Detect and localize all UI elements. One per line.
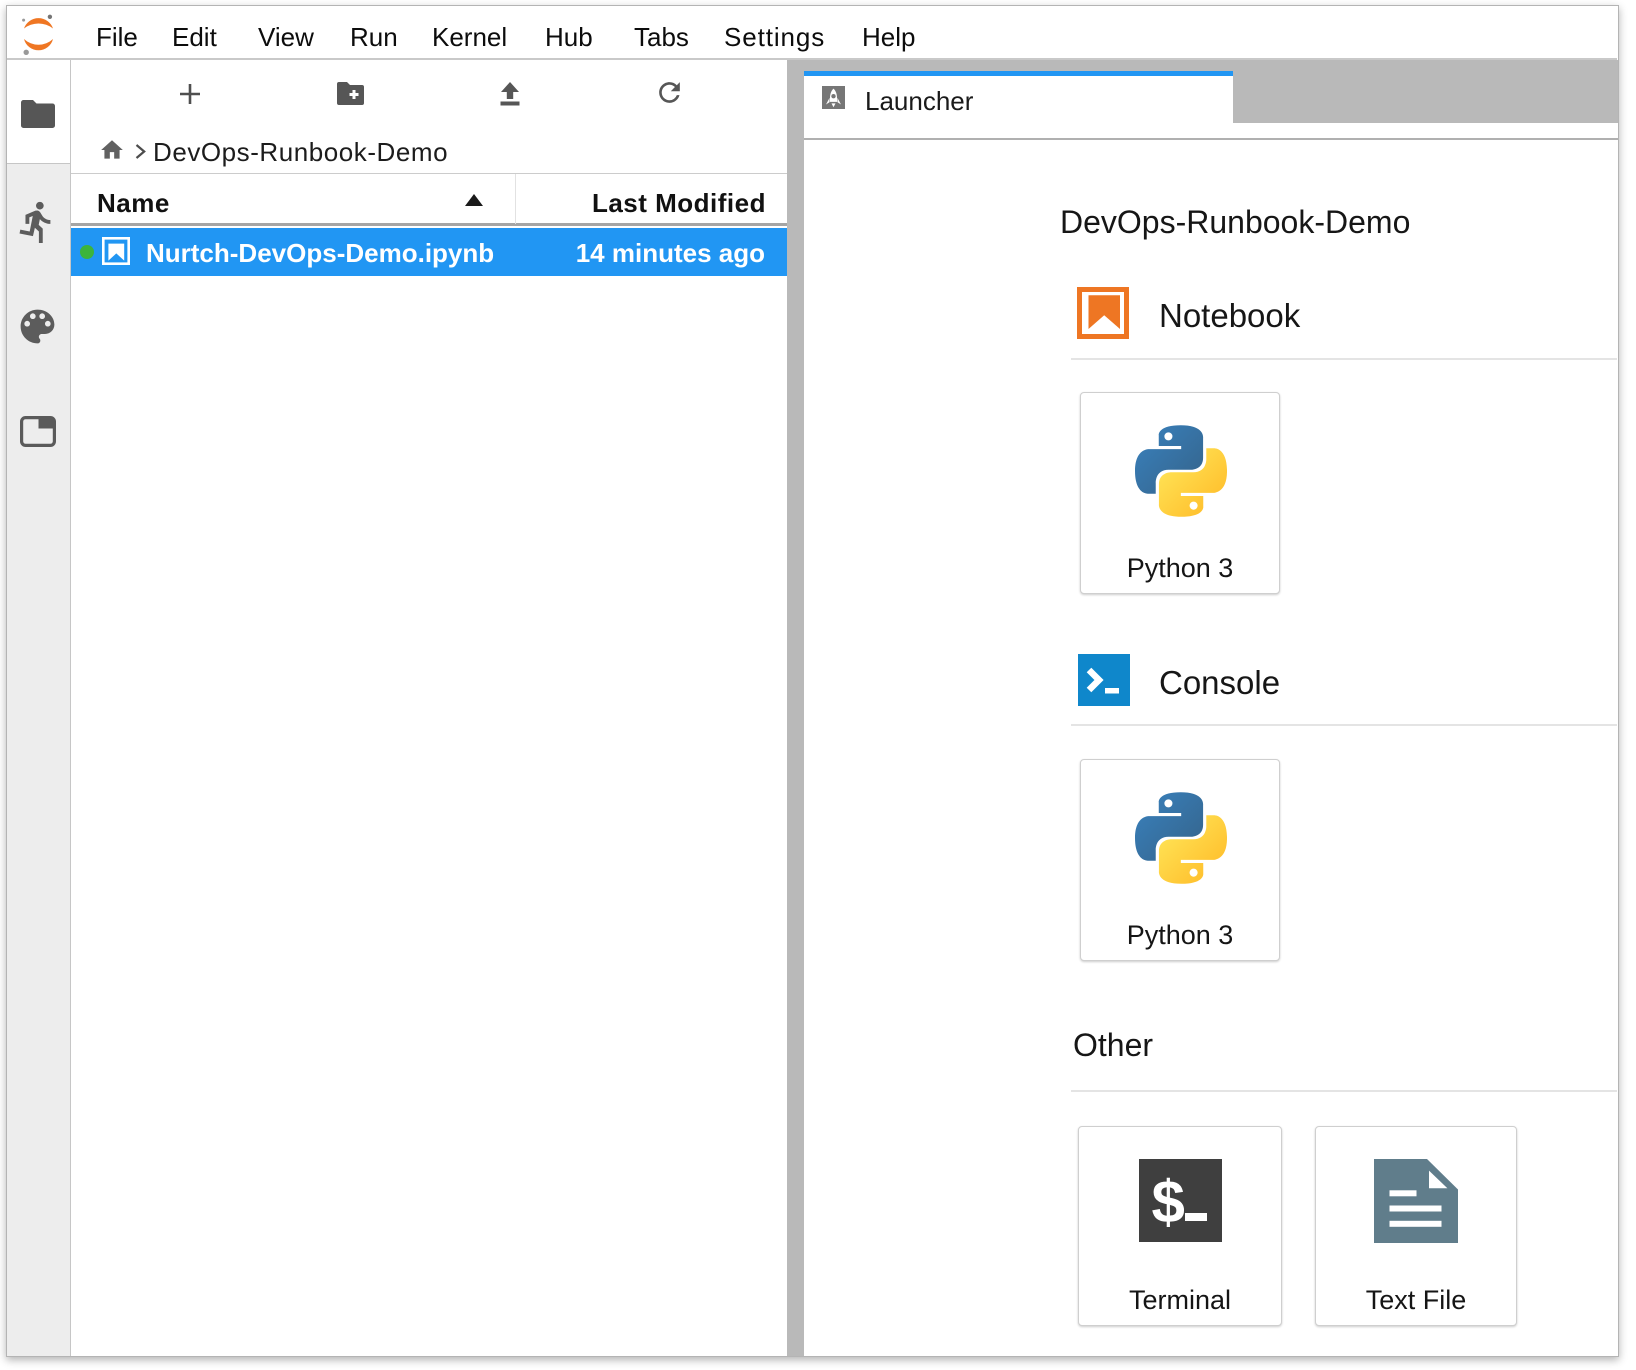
svg-text:$: $ (1152, 1169, 1185, 1236)
